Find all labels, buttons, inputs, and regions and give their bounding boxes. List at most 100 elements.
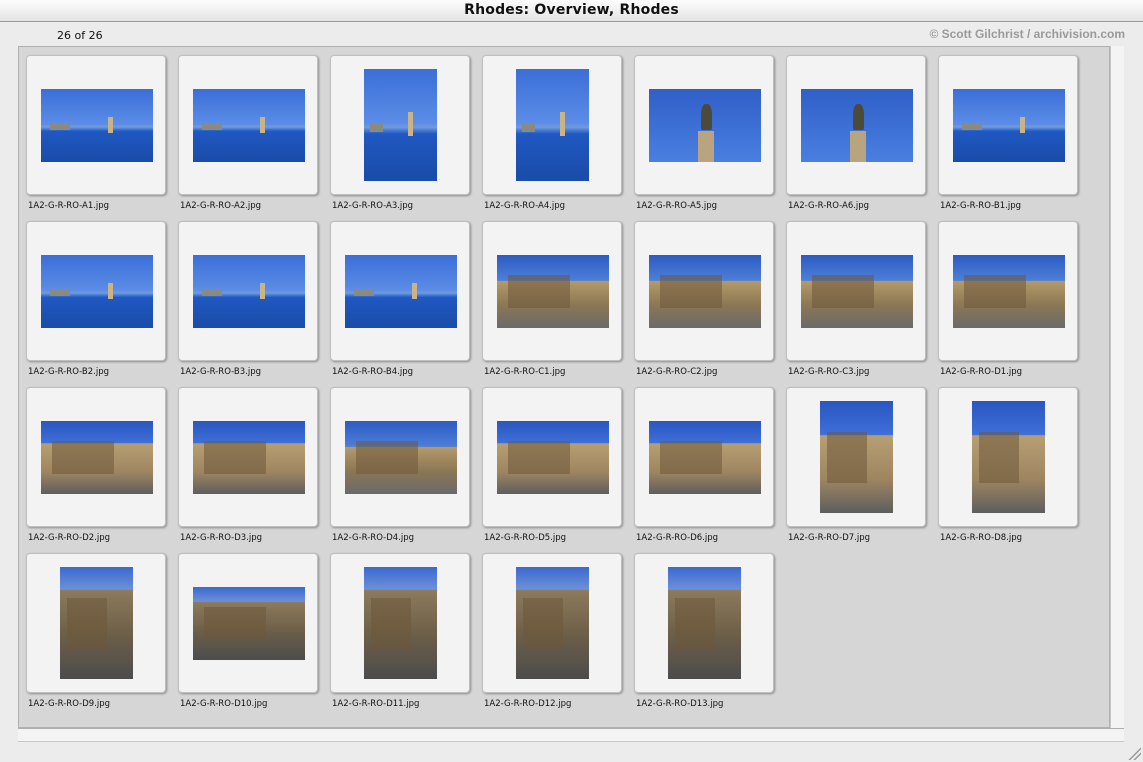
thumbnail-photo bbox=[497, 421, 609, 494]
fortress-silhouette bbox=[369, 122, 383, 132]
thumbnail-item[interactable]: 1A2-G-R-RO-A5.jpg bbox=[634, 55, 774, 211]
thumbnail-item[interactable]: 1A2-G-R-RO-D9.jpg bbox=[26, 553, 166, 709]
thumbnail-filename: 1A2-G-R-RO-A1.jpg bbox=[28, 201, 110, 211]
thumbnail-item[interactable]: 1A2-G-R-RO-D4.jpg bbox=[330, 387, 470, 543]
thumbnail-photo bbox=[649, 89, 761, 162]
thumbnail-photo bbox=[820, 401, 893, 513]
building-silhouette bbox=[827, 432, 868, 483]
thumbnail-photo bbox=[497, 255, 609, 328]
column-silhouette bbox=[850, 131, 866, 162]
thumbnail-item[interactable]: 1A2-G-R-RO-D11.jpg bbox=[330, 553, 470, 709]
thumbnail-photo bbox=[193, 255, 305, 328]
thumbnail-item[interactable]: 1A2-G-R-RO-A4.jpg bbox=[482, 55, 622, 211]
building-silhouette bbox=[204, 441, 266, 475]
thumbnail-filename: 1A2-G-R-RO-D1.jpg bbox=[940, 367, 1022, 377]
tower-silhouette bbox=[108, 282, 114, 299]
column-silhouette bbox=[698, 131, 714, 162]
window-title: Rhodes: Overview, Rhodes bbox=[464, 2, 679, 18]
thumbnail-filename: 1A2-G-R-RO-D9.jpg bbox=[28, 699, 110, 709]
thumbnail-photo bbox=[60, 567, 133, 679]
fortress-silhouette bbox=[521, 122, 535, 132]
thumbnail-filename: 1A2-G-R-RO-B3.jpg bbox=[180, 367, 261, 377]
thumbnail-filename: 1A2-G-R-RO-D2.jpg bbox=[28, 533, 110, 543]
thumbnail-filename: 1A2-G-R-RO-A4.jpg bbox=[484, 201, 566, 211]
thumbnail-filename: 1A2-G-R-RO-A6.jpg bbox=[788, 201, 870, 211]
resize-grip-icon[interactable] bbox=[1127, 746, 1141, 760]
thumbnail-filename: 1A2-G-R-RO-D3.jpg bbox=[180, 533, 262, 543]
thumbnail-item[interactable]: 1A2-G-R-RO-C2.jpg bbox=[634, 221, 774, 377]
tower-silhouette bbox=[407, 111, 413, 137]
thumbnail-photo bbox=[649, 255, 761, 328]
thumbnail-item[interactable]: 1A2-G-R-RO-D10.jpg bbox=[178, 553, 318, 709]
thumbnail-photo bbox=[345, 255, 457, 328]
thumbnail-filename: 1A2-G-R-RO-D8.jpg bbox=[940, 533, 1022, 543]
deer-statue-silhouette bbox=[700, 103, 712, 130]
thumbnail-filename: 1A2-G-R-RO-A5.jpg bbox=[636, 201, 718, 211]
thumbnail-photo bbox=[649, 421, 761, 494]
thumbnail-item[interactable]: 1A2-G-R-RO-D5.jpg bbox=[482, 387, 622, 543]
thumbnail-photo bbox=[516, 69, 589, 181]
building-silhouette bbox=[52, 441, 114, 475]
thumbnail-grid: 1A2-G-R-RO-A1.jpg 1A2-G-R-RO-A2.jpg 1A2-G-… bbox=[18, 46, 1110, 728]
thumbnail-photo bbox=[801, 255, 913, 328]
thumbnail-item[interactable]: 1A2-G-R-RO-A3.jpg bbox=[330, 55, 470, 211]
image-count: 26 of 26 bbox=[57, 29, 103, 42]
thumbnail-filename: 1A2-G-R-RO-B4.jpg bbox=[332, 367, 413, 377]
thumbnail-photo bbox=[41, 421, 153, 494]
thumbnail-filename: 1A2-G-R-RO-B1.jpg bbox=[940, 201, 1021, 211]
fortress-silhouette bbox=[201, 290, 223, 296]
thumbnail-filename: 1A2-G-R-RO-A2.jpg bbox=[180, 201, 262, 211]
thumbnail-photo bbox=[801, 89, 913, 162]
thumbnail-item[interactable]: 1A2-G-R-RO-D6.jpg bbox=[634, 387, 774, 543]
thumbnail-photo bbox=[364, 69, 437, 181]
thumbnail-item[interactable]: 1A2-G-R-RO-D8.jpg bbox=[938, 387, 1078, 543]
thumbnail-photo bbox=[345, 421, 457, 494]
vertical-scrollbar[interactable] bbox=[1110, 46, 1124, 728]
thumbnail-item[interactable]: 1A2-G-R-RO-D12.jpg bbox=[482, 553, 622, 709]
building-silhouette bbox=[371, 598, 412, 649]
thumbnail-item[interactable]: 1A2-G-R-RO-A6.jpg bbox=[786, 55, 926, 211]
window-title-bar[interactable]: Rhodes: Overview, Rhodes bbox=[0, 0, 1143, 22]
thumbnail-item[interactable]: 1A2-G-R-RO-D1.jpg bbox=[938, 221, 1078, 377]
thumbnail-filename: 1A2-G-R-RO-D10.jpg bbox=[180, 699, 268, 709]
building-silhouette bbox=[979, 432, 1020, 483]
fortress-silhouette bbox=[961, 124, 983, 130]
tower-silhouette bbox=[412, 282, 418, 299]
thumbnail-item[interactable]: 1A2-G-R-RO-C1.jpg bbox=[482, 221, 622, 377]
thumbnail-photo bbox=[516, 567, 589, 679]
building-silhouette bbox=[356, 441, 418, 475]
thumbnail-item[interactable]: 1A2-G-R-RO-B4.jpg bbox=[330, 221, 470, 377]
thumbnail-filename: 1A2-G-R-RO-D11.jpg bbox=[332, 699, 420, 709]
thumbnail-item[interactable]: 1A2-G-R-RO-D7.jpg bbox=[786, 387, 926, 543]
thumbnail-photo bbox=[193, 421, 305, 494]
thumbnail-filename: 1A2-G-R-RO-C3.jpg bbox=[788, 367, 870, 377]
tower-silhouette bbox=[108, 116, 114, 133]
thumbnail-item[interactable]: 1A2-G-R-RO-B2.jpg bbox=[26, 221, 166, 377]
thumbnail-item[interactable]: 1A2-G-R-RO-D13.jpg bbox=[634, 553, 774, 709]
thumbnail-item[interactable]: 1A2-G-R-RO-D3.jpg bbox=[178, 387, 318, 543]
building-silhouette bbox=[523, 598, 564, 649]
thumbnail-photo bbox=[668, 567, 741, 679]
thumbnail-photo bbox=[41, 255, 153, 328]
thumbnail-filename: 1A2-G-R-RO-C2.jpg bbox=[636, 367, 718, 377]
thumbnail-item[interactable]: 1A2-G-R-RO-B1.jpg bbox=[938, 55, 1078, 211]
thumbnail-filename: 1A2-G-R-RO-D13.jpg bbox=[636, 699, 724, 709]
fortress-silhouette bbox=[49, 290, 71, 296]
thumbnail-item[interactable]: 1A2-G-R-RO-D2.jpg bbox=[26, 387, 166, 543]
fortress-silhouette bbox=[353, 290, 375, 296]
thumbnail-item[interactable]: 1A2-G-R-RO-B3.jpg bbox=[178, 221, 318, 377]
thumbnail-filename: 1A2-G-R-RO-D4.jpg bbox=[332, 533, 414, 543]
thumbnail-item[interactable]: 1A2-G-R-RO-A1.jpg bbox=[26, 55, 166, 211]
building-silhouette bbox=[660, 275, 722, 309]
tower-silhouette bbox=[559, 111, 565, 137]
thumbnail-item[interactable]: 1A2-G-R-RO-A2.jpg bbox=[178, 55, 318, 211]
horizontal-scrollbar[interactable] bbox=[18, 728, 1124, 742]
thumbnail-photo bbox=[193, 587, 305, 660]
deer-statue-silhouette bbox=[852, 103, 864, 130]
building-silhouette bbox=[508, 275, 570, 309]
tower-silhouette bbox=[260, 282, 266, 299]
thumbnail-filename: 1A2-G-R-RO-D6.jpg bbox=[636, 533, 718, 543]
building-silhouette bbox=[675, 598, 716, 649]
thumbnail-photo bbox=[193, 89, 305, 162]
thumbnail-item[interactable]: 1A2-G-R-RO-C3.jpg bbox=[786, 221, 926, 377]
